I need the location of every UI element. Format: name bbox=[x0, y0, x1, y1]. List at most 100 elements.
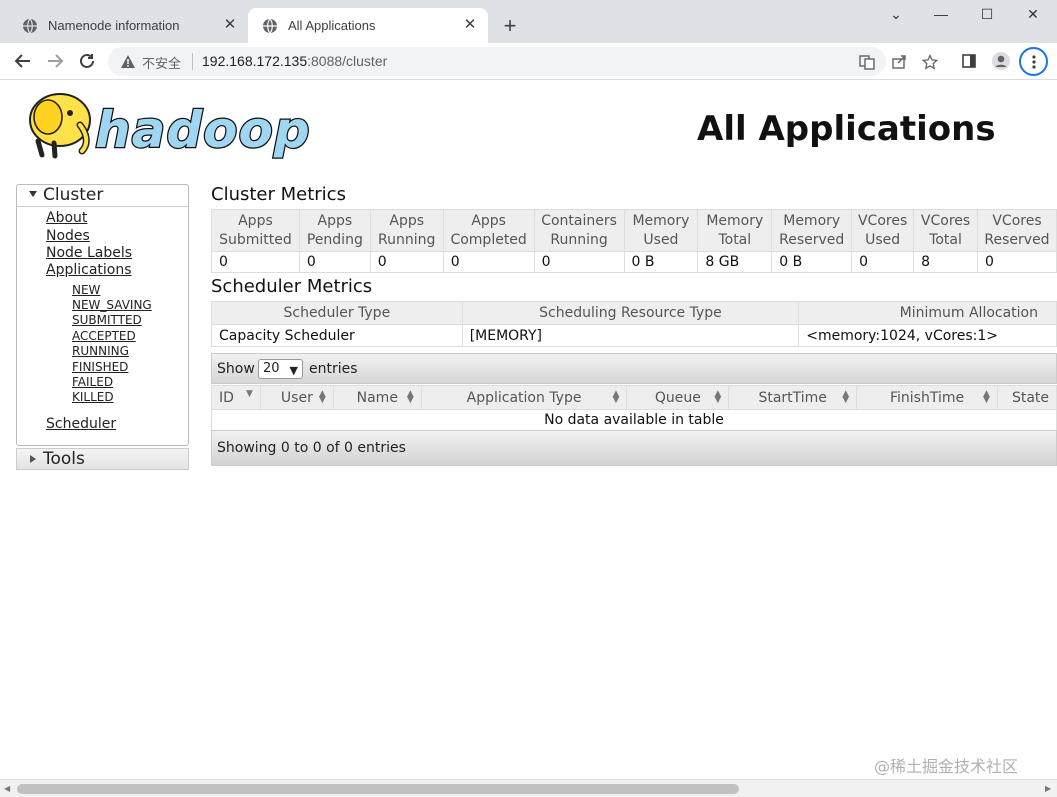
applications-table: ID ▼ User ▲ ▼ Name ▲ ▼ Application Type ▲ ▼ Que… bbox=[211, 385, 1057, 431]
maximize-icon[interactable]: ☐ bbox=[977, 6, 997, 23]
window-close-icon[interactable]: ✕ bbox=[1023, 6, 1043, 23]
metric-value: 0 bbox=[442, 251, 535, 273]
table-info-bar: Showing 0 to 0 of 0 entries bbox=[211, 430, 1057, 466]
sort-desc-icon: ▼ bbox=[246, 389, 253, 399]
minimize-icon[interactable]: — bbox=[931, 6, 951, 22]
tab-all-applications[interactable]: All Applications ✕ bbox=[248, 8, 488, 43]
expand-triangle-icon bbox=[30, 455, 36, 463]
scheduler-metrics-table: Scheduler Type Scheduling Resource Type … bbox=[211, 301, 1057, 347]
nav-sub-new[interactable]: NEW bbox=[72, 283, 100, 297]
nav-link-applications[interactable]: Applications bbox=[46, 262, 132, 278]
metrics-header: Containers Running bbox=[533, 209, 625, 252]
side-panel-icon[interactable] bbox=[958, 50, 980, 72]
column-header-queue[interactable]: Queue ▲ ▼ bbox=[626, 385, 730, 410]
nav-link-about[interactable]: About bbox=[46, 210, 87, 226]
column-header-finishtime[interactable]: FinishTime ▲ ▼ bbox=[856, 385, 998, 410]
metrics-header: VCores Used bbox=[851, 209, 915, 252]
show-label: Show bbox=[217, 361, 255, 377]
globe-icon bbox=[22, 18, 38, 34]
new-tab-icon[interactable]: + bbox=[500, 15, 520, 37]
column-header-state[interactable]: State bbox=[996, 385, 1057, 410]
separator bbox=[192, 53, 193, 70]
nav-sub-running[interactable]: RUNNING bbox=[72, 344, 129, 358]
hadoop-logo[interactable]: hadoop bbox=[18, 87, 318, 167]
scheduler-header: Scheduling Resource Type bbox=[461, 301, 800, 325]
horizontal-scrollbar[interactable]: ◀ ▶ bbox=[0, 779, 1057, 797]
logo-wordmark: hadoop bbox=[95, 101, 311, 159]
metrics-header: Apps Completed bbox=[442, 209, 535, 252]
sidebar: Cluster About Nodes Node Labels Applicat… bbox=[16, 184, 189, 470]
nav-sub-failed[interactable]: FAILED bbox=[72, 375, 113, 389]
bookmark-star-icon[interactable] bbox=[921, 53, 939, 71]
url-omnibox[interactable]: 不安全 192.168.172.135:8088/cluster bbox=[108, 47, 938, 76]
url-text: 192.168.172.135:8088/cluster bbox=[202, 53, 388, 69]
metric-value: 0 B bbox=[771, 251, 853, 273]
browser-tab-bar: Namenode information ✕ All Applications … bbox=[0, 0, 1057, 43]
nav-sub-finished[interactable]: FINISHED bbox=[72, 360, 128, 374]
tab-search-chevron-icon[interactable]: ⌄ bbox=[886, 6, 906, 23]
nav-sub-accepted[interactable]: ACCEPTED bbox=[72, 329, 136, 343]
close-tab-icon[interactable]: ✕ bbox=[222, 17, 238, 33]
sort-icon: ▲ ▼ bbox=[406, 389, 414, 405]
nav-sub-submitted[interactable]: SUBMITTED bbox=[72, 313, 142, 327]
sort-icon: ▲ ▼ bbox=[714, 389, 722, 405]
cluster-nav-header[interactable]: Cluster bbox=[17, 185, 188, 207]
sort-icon: ▲ ▼ bbox=[612, 389, 620, 405]
scheduler-header-row: Scheduler Type Scheduling Resource Type … bbox=[211, 301, 1057, 325]
security-label: 不安全 bbox=[142, 56, 182, 71]
page-size-select[interactable]: 20 ▼ bbox=[258, 359, 303, 379]
cluster-nav: Cluster About Nodes Node Labels Applicat… bbox=[16, 184, 189, 446]
metric-value: 8 GB bbox=[697, 251, 773, 273]
sort-icon: ▲ ▼ bbox=[842, 389, 850, 405]
scroll-right-icon[interactable]: ▶ bbox=[1045, 784, 1051, 793]
metric-value: 0 bbox=[533, 251, 625, 273]
nav-sub-killed[interactable]: KILLED bbox=[72, 390, 114, 404]
column-header-name[interactable]: Name ▲ ▼ bbox=[332, 385, 422, 410]
forward-icon[interactable] bbox=[44, 50, 66, 72]
collapse-triangle-icon bbox=[29, 191, 37, 197]
warning-icon[interactable] bbox=[120, 54, 136, 74]
metrics-header: VCores Reserved bbox=[977, 209, 1057, 252]
scroll-left-icon[interactable]: ◀ bbox=[4, 784, 10, 793]
metrics-header-row: Apps Submitted Apps Pending Apps Running Ap… bbox=[211, 209, 1057, 252]
address-bar: 不安全 192.168.172.135:8088/cluster bbox=[0, 43, 1057, 80]
back-icon[interactable] bbox=[12, 50, 34, 72]
scheduler-value: Capacity Scheduler bbox=[211, 324, 463, 347]
nav-link-node-labels[interactable]: Node Labels bbox=[46, 245, 132, 261]
column-header-user[interactable]: User ▲ ▼ bbox=[259, 385, 334, 410]
tab-namenode-information[interactable]: Namenode information ✕ bbox=[8, 8, 248, 43]
metric-value: 0 bbox=[369, 251, 444, 273]
reload-icon[interactable] bbox=[76, 50, 98, 72]
scrollbar-thumb[interactable] bbox=[17, 784, 739, 794]
apps-header-row: ID ▼ User ▲ ▼ Name ▲ ▼ Application Type ▲ ▼ Que… bbox=[211, 385, 1057, 410]
tab-title: Namenode information bbox=[48, 18, 180, 33]
column-header-starttime[interactable]: StartTime ▲ ▼ bbox=[728, 385, 858, 410]
column-header-id[interactable]: ID ▼ bbox=[211, 385, 261, 410]
column-header-application-type[interactable]: Application Type ▲ ▼ bbox=[420, 385, 628, 410]
close-tab-icon[interactable]: ✕ bbox=[462, 17, 478, 33]
empty-row: No data available in table bbox=[211, 409, 1057, 431]
metric-value: 0 bbox=[851, 251, 915, 273]
scheduler-value-row: Capacity Scheduler [MEMORY] <memory:1024… bbox=[211, 324, 1057, 347]
metrics-header: Apps Submitted bbox=[211, 209, 300, 252]
chevron-down-icon: ▼ bbox=[289, 364, 298, 377]
nav-link-nodes[interactable]: Nodes bbox=[46, 228, 90, 244]
empty-table-message: No data available in table bbox=[211, 409, 1057, 431]
sort-icon: ▲ ▼ bbox=[318, 389, 326, 405]
metric-value: 0 bbox=[977, 251, 1057, 273]
watermark: @稀土掘金技术社区 bbox=[874, 757, 1019, 776]
sort-icon: ▲ ▼ bbox=[983, 389, 990, 405]
scheduler-header: Scheduler Type bbox=[211, 301, 463, 325]
metrics-header: Apps Running bbox=[369, 209, 444, 252]
metrics-header: Memory Total bbox=[697, 209, 773, 252]
metric-value: 0 B bbox=[623, 251, 699, 273]
nav-link-scheduler[interactable]: Scheduler bbox=[46, 416, 116, 432]
translate-icon[interactable] bbox=[858, 53, 876, 71]
share-icon[interactable] bbox=[890, 53, 908, 71]
tools-nav-header[interactable]: Tools bbox=[16, 448, 189, 470]
nav-sub-new-saving[interactable]: NEW_SAVING bbox=[72, 298, 152, 312]
metrics-header: Memory Reserved bbox=[771, 209, 853, 252]
profile-icon[interactable] bbox=[990, 50, 1012, 72]
browser-menu-icon[interactable] bbox=[1019, 47, 1048, 76]
metric-value: 8 bbox=[913, 251, 978, 273]
